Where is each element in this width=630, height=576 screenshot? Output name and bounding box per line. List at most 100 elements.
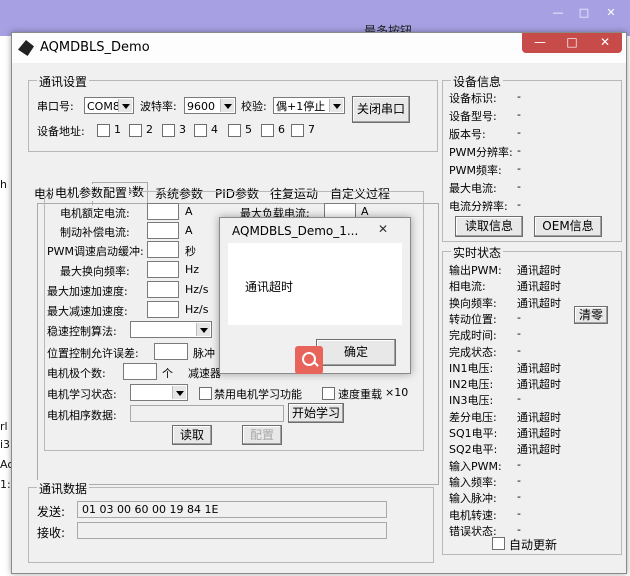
send-label: 发送: <box>37 505 66 519</box>
address-checkbox-6[interactable] <box>261 124 274 137</box>
realtime-label-2: 换向频率: <box>449 296 497 310</box>
address-checkbox-2[interactable] <box>129 124 142 137</box>
port-value: COM8 <box>87 100 120 113</box>
realtime-value-3: - <box>517 310 521 324</box>
device-info-label-6: 电流分辨率: <box>449 200 508 213</box>
pole-count-label: 电机极个数: <box>47 367 106 380</box>
realtime-value-9: 通讯超时 <box>517 410 561 424</box>
baud-label: 波特率: <box>140 100 177 113</box>
comm-data-title: 通讯数据 <box>37 480 90 497</box>
chevron-down-icon <box>220 99 234 112</box>
learn-state-select[interactable] <box>130 384 188 401</box>
desktop-background: — □ ✕ <box>0 0 630 36</box>
parity-select[interactable]: 偶+1停止 <box>273 97 345 114</box>
parity-label: 校验: <box>241 100 267 113</box>
read-button[interactable]: 读取 <box>172 425 212 445</box>
realtime-value-1: 通讯超时 <box>517 280 561 294</box>
device-info-label-5: 最大电流: <box>449 182 497 195</box>
oem-info-button[interactable]: OEM信息 <box>534 216 602 237</box>
address-checkbox-3[interactable] <box>162 124 175 137</box>
realtime-label-3: 转动位置: <box>449 312 497 326</box>
device-info-title: 设备信息 <box>451 73 504 90</box>
dialog-close-button[interactable]: ✕ <box>378 222 388 236</box>
clear-button[interactable]: 清零 <box>574 306 608 324</box>
realtime-value-4: - <box>517 327 521 341</box>
address-option-label: 2 <box>146 123 153 136</box>
pwm-soft-start-label: PWM调速启动缓冲: <box>47 245 144 258</box>
auto-update-label: 自动更新 <box>509 538 558 552</box>
close-port-button[interactable]: 关闭串口 <box>352 96 410 123</box>
realtime-value-10: 通讯超时 <box>517 427 561 440</box>
max-decel-input[interactable] <box>147 301 179 318</box>
title-bar[interactable]: AQMDBLS_Demo — □ ✕ <box>12 33 626 63</box>
realtime-label-6: IN1电压: <box>449 361 494 375</box>
device-info-value-1: - <box>517 108 521 121</box>
device-info-label-2: 版本号: <box>449 128 486 141</box>
dialog-message: 通讯超时 <box>245 280 294 294</box>
realtime-label-15: 电机转速: <box>449 508 497 522</box>
speed-reset-checkbox[interactable] <box>322 387 335 400</box>
chevron-down-icon <box>196 323 210 336</box>
max-commutation-input[interactable] <box>147 261 179 278</box>
minimize-button[interactable]: — <box>526 33 554 53</box>
chevron-down-icon <box>329 99 343 112</box>
address-option-label: 7 <box>308 123 315 136</box>
realtime-value-11: 通讯超时 <box>517 443 561 457</box>
max-decel-unit: Hz/s <box>185 303 209 316</box>
config-button[interactable]: 配置 <box>242 425 282 445</box>
realtime-label-9: 差分电压: <box>449 410 497 424</box>
address-checkbox-4[interactable] <box>194 124 207 137</box>
realtime-value-2: 通讯超时 <box>517 296 561 310</box>
realtime-value-12: - <box>517 457 521 471</box>
read-info-button[interactable]: 读取信息 <box>455 216 523 237</box>
realtime-label-8: IN3电压: <box>449 394 494 408</box>
maximize-button[interactable]: □ <box>558 33 586 53</box>
brake-comp-input[interactable] <box>147 222 179 239</box>
speed-reset-label: 速度重载 <box>338 388 382 401</box>
rated-current-label: 电机额定电流: <box>60 207 130 220</box>
realtime-value-5: - <box>517 343 521 357</box>
pos-error-input[interactable] <box>154 343 188 360</box>
pos-error-unit: 脉冲 <box>193 347 215 360</box>
address-option-label: 3 <box>179 123 186 136</box>
device-info-value-6: - <box>517 198 521 211</box>
background-text-fragment: rl <box>0 420 8 433</box>
rated-current-input[interactable] <box>147 203 179 220</box>
realtime-label-7: IN2电压: <box>449 378 494 392</box>
realtime-value-13: - <box>517 473 521 487</box>
pwm-soft-start-input[interactable] <box>147 241 179 258</box>
address-option-label: 1 <box>114 123 121 136</box>
address-checkbox-7[interactable] <box>291 124 304 137</box>
realtime-label-13: 输入频率: <box>449 475 497 489</box>
port-select[interactable]: COM8 <box>84 97 134 114</box>
close-button[interactable]: ✕ <box>590 33 620 53</box>
realtime-label-4: 完成时间: <box>449 329 497 343</box>
address-option-label: 5 <box>245 123 252 136</box>
search-icon[interactable] <box>295 346 323 374</box>
device-info-value-5: - <box>517 180 521 193</box>
pole-count-input[interactable] <box>123 363 157 380</box>
address-checkbox-1[interactable] <box>97 124 110 137</box>
address-checkbox-5[interactable] <box>228 124 241 137</box>
max-accel-label: 最大加速加速度: <box>47 285 128 298</box>
background-close-button[interactable]: ✕ <box>600 6 622 20</box>
caption-buttons: — □ ✕ <box>522 33 622 53</box>
start-learn-button[interactable]: 开始学习 <box>288 403 344 423</box>
realtime-label-10: SQ1电平: <box>449 427 498 440</box>
background-text-fragment: i3 <box>0 438 11 451</box>
max-accel-input[interactable] <box>147 281 179 298</box>
disable-learn-checkbox[interactable] <box>199 387 212 400</box>
recv-field <box>77 522 387 539</box>
background-maximize-button[interactable]: □ <box>573 6 595 20</box>
dialog-title-bar[interactable]: AQMDBLS_Demo_1... ✕ <box>220 218 410 243</box>
auto-update-checkbox[interactable] <box>492 537 505 550</box>
realtime-value-0: 通讯超时 <box>517 264 561 277</box>
realtime-value-7: 通讯超时 <box>517 378 561 392</box>
dialog-body: 通讯超时 <box>228 243 402 325</box>
background-minimize-button[interactable]: — <box>547 6 569 20</box>
dialog-ok-button[interactable]: 确定 <box>316 339 396 366</box>
max-decel-label: 最大减速加速度: <box>47 305 128 318</box>
rated-current-unit: A <box>185 205 193 218</box>
baud-select[interactable]: 9600 <box>184 97 236 114</box>
speed-algo-select[interactable] <box>130 321 212 338</box>
